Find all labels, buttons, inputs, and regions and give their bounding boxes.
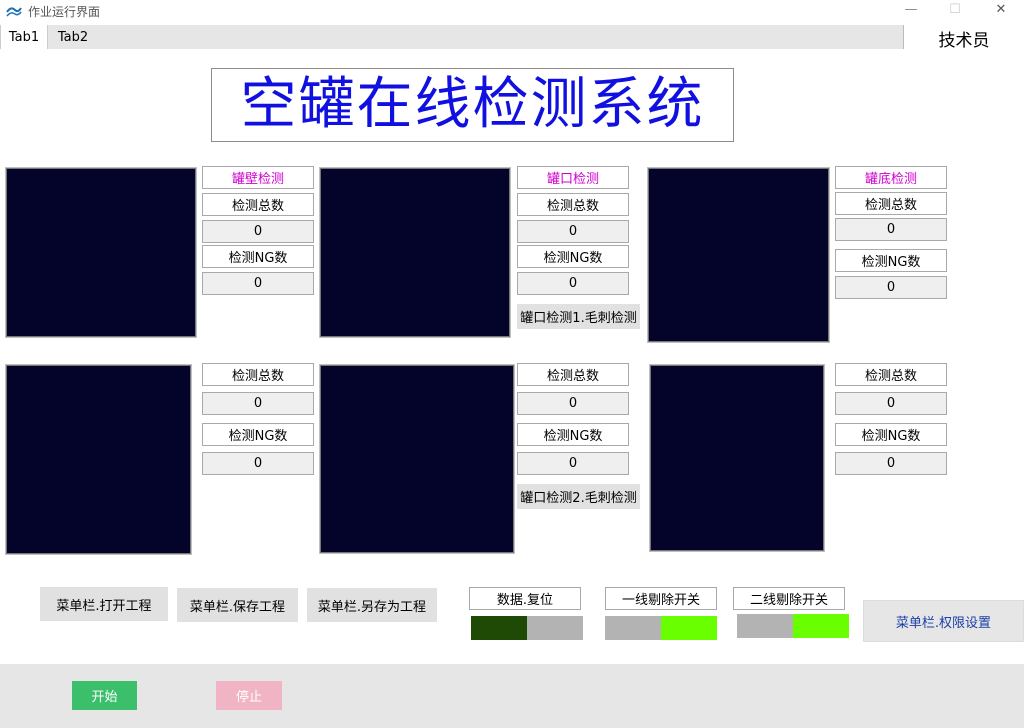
camera-view-4: [5, 364, 192, 555]
page-title: 空罐在线检测系统: [240, 72, 705, 137]
save-project-button[interactable]: 菜单栏.保存工程: [177, 588, 298, 622]
ng-count-value: 0: [202, 272, 314, 295]
minimize-button[interactable]: —: [896, 2, 926, 17]
ng-count-value: 0: [517, 452, 629, 475]
window-titlebar: [0, 0, 1024, 24]
camera-view-can-wall: [5, 167, 197, 338]
total-count-value: 0: [835, 392, 947, 415]
toggle-track: [605, 616, 661, 640]
toggle-track: [737, 614, 793, 638]
ng-count-label: 检测NG数: [835, 249, 947, 272]
mouth-burr-detect-1-button[interactable]: 罐口检测1.毛刺检测: [517, 304, 640, 329]
can-mouth-header: 罐口检测: [517, 166, 629, 189]
save-as-project-button[interactable]: 菜单栏.另存为工程: [307, 588, 437, 622]
ng-count-label: 检测NG数: [202, 245, 314, 268]
permission-settings-button[interactable]: 菜单栏.权限设置: [863, 600, 1024, 642]
tab-divider: [903, 25, 904, 49]
ng-count-label: 检测NG数: [517, 423, 629, 446]
toggle-knob: [471, 616, 527, 640]
total-count-value: 0: [517, 220, 629, 243]
window-title: 作业运行界面: [28, 5, 101, 19]
total-count-label: 检测总数: [202, 363, 314, 386]
can-bottom-header: 罐底检测: [835, 166, 947, 189]
ng-count-label: 检测NG数: [835, 423, 947, 446]
maximize-button[interactable]: ☐: [940, 2, 970, 17]
total-count-value: 0: [202, 392, 314, 415]
toggle-track: [527, 616, 583, 640]
data-reset-toggle[interactable]: [471, 616, 583, 640]
line2-reject-toggle[interactable]: [737, 614, 849, 638]
camera-view-can-mouth: [319, 167, 511, 338]
total-count-value: 0: [517, 392, 629, 415]
main-title-box: 空罐在线检测系统: [211, 68, 734, 142]
toggle-knob: [793, 614, 849, 638]
ng-count-value: 0: [835, 276, 947, 299]
close-button[interactable]: ✕: [986, 2, 1016, 17]
total-count-label: 检测总数: [517, 193, 629, 216]
camera-view-can-bottom: [647, 167, 830, 343]
ng-count-value: 0: [202, 452, 314, 475]
open-project-button[interactable]: 菜单栏.打开工程: [40, 587, 168, 621]
camera-view-5: [319, 364, 515, 554]
tab-2[interactable]: Tab2: [49, 25, 97, 49]
total-count-label: 检测总数: [202, 193, 314, 216]
camera-view-6: [649, 364, 825, 552]
line1-reject-label: 一线剔除开关: [605, 587, 717, 610]
bottom-action-bar: [0, 664, 1024, 728]
total-count-value: 0: [202, 220, 314, 243]
line2-reject-label: 二线剔除开关: [733, 587, 845, 610]
ng-count-value: 0: [517, 272, 629, 295]
total-count-label: 检测总数: [517, 363, 629, 386]
stop-button[interactable]: 停止: [216, 681, 282, 710]
total-count-label: 检测总数: [835, 192, 947, 215]
total-count-value: 0: [835, 218, 947, 241]
start-button[interactable]: 开始: [72, 681, 137, 710]
toggle-knob: [661, 616, 717, 640]
ng-count-label: 检测NG数: [202, 423, 314, 446]
can-wall-header: 罐壁检测: [202, 166, 314, 189]
mouth-burr-detect-2-button[interactable]: 罐口检测2.毛刺检测: [517, 484, 640, 509]
user-role-label: 技术员: [938, 31, 990, 51]
app-logo-icon: [6, 7, 22, 17]
tab-strip: [0, 25, 904, 49]
ng-count-label: 检测NG数: [517, 245, 629, 268]
line1-reject-toggle[interactable]: [605, 616, 717, 640]
ng-count-value: 0: [835, 452, 947, 475]
tab-1[interactable]: Tab1: [0, 25, 48, 49]
data-reset-label: 数据.复位: [469, 587, 581, 610]
total-count-label: 检测总数: [835, 363, 947, 386]
